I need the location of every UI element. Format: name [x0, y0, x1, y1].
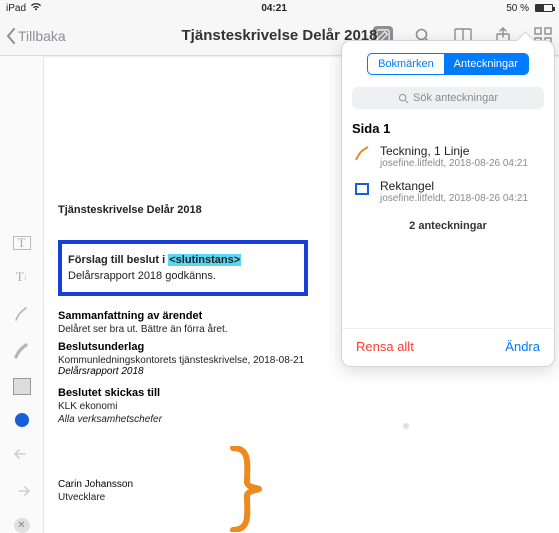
tool-pen[interactable]: [12, 305, 32, 324]
annotation-count: 2 anteckningar: [342, 210, 554, 236]
edit-button[interactable]: Ändra: [505, 339, 540, 354]
signer-role: Utvecklare: [58, 492, 553, 503]
search-icon: [398, 93, 409, 104]
annotation-brace[interactable]: [229, 446, 263, 532]
device-label: iPad: [6, 3, 26, 14]
proposal-line2: Delårsrapport 2018 godkänns.: [68, 270, 296, 282]
back-button[interactable]: Tillbaka: [6, 28, 66, 44]
tab-annotations[interactable]: Anteckningar: [444, 54, 528, 74]
battery-icon: [535, 4, 553, 12]
sendto-heading: Beslutet skickas till: [58, 387, 553, 399]
segmented-control: Bokmärken Anteckningar: [367, 53, 529, 75]
annotation-item[interactable]: Teckning, 1 Linje josefine.litfeldt, 201…: [342, 140, 554, 175]
sendto-2: Alla verksamhetschefer: [58, 414, 553, 425]
status-bar: iPad 04:21 50 %: [0, 0, 559, 16]
tool-close[interactable]: ✕: [14, 518, 30, 533]
annotation-title: Teckning, 1 Linje: [380, 144, 528, 158]
signer-name: Carin Johansson: [58, 479, 553, 490]
basis-em: Delårsrapport 2018: [58, 366, 553, 377]
sendto-1: KLK ekonomi: [58, 401, 553, 412]
tool-color[interactable]: [15, 413, 29, 426]
status-time: 04:21: [261, 3, 287, 14]
wifi-icon: [30, 2, 42, 14]
annotation-rectangle[interactable]: Förslag till beslut i <slutinstans> Delå…: [58, 240, 308, 296]
annotation-title: Rektangel: [380, 179, 528, 193]
search-placeholder: Sök anteckningar: [413, 92, 498, 104]
tool-rectangle[interactable]: [13, 378, 31, 395]
tool-undo[interactable]: [12, 445, 32, 464]
panel-section: Sida 1: [342, 113, 554, 140]
rectangle-icon: [352, 179, 372, 199]
tool-textbox[interactable]: T: [13, 236, 31, 250]
search-input[interactable]: Sök anteckningar: [352, 87, 544, 109]
drawing-icon: [352, 144, 372, 164]
tool-text[interactable]: T↓: [12, 268, 32, 287]
annotation-meta: josefine.litfeldt, 2018-08-26 04:21: [380, 193, 528, 204]
battery-pct: 50 %: [506, 3, 529, 14]
tab-bookmarks[interactable]: Bokmärken: [368, 54, 444, 74]
tool-redo[interactable]: [12, 481, 32, 500]
clear-all-button[interactable]: Rensa allt: [356, 339, 414, 354]
annotation-item[interactable]: Rektangel josefine.litfeldt, 2018-08-26 …: [342, 175, 554, 210]
proposal-highlight: <slutinstans>: [168, 254, 241, 266]
tool-sidebar: T T↓ ✕: [0, 56, 44, 533]
proposal-prefix: Förslag till beslut i: [68, 254, 168, 266]
page-indicator: [403, 423, 409, 429]
proposal-line: Förslag till beslut i <slutinstans>: [68, 254, 296, 266]
back-label: Tillbaka: [18, 28, 66, 44]
tool-highlighter[interactable]: [12, 341, 32, 360]
annotations-popover: Bokmärken Anteckningar Sök anteckningar …: [341, 40, 555, 367]
annotation-meta: josefine.litfeldt, 2018-08-26 04:21: [380, 158, 528, 169]
